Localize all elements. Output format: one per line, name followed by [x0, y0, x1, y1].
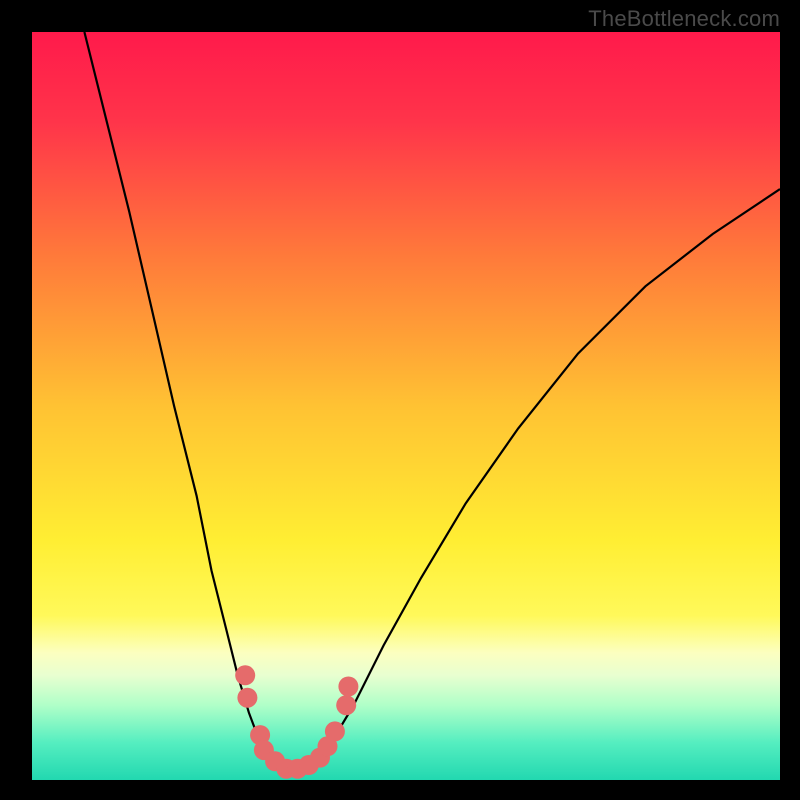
data-marker	[235, 665, 255, 685]
data-marker	[338, 677, 358, 697]
chart-container: TheBottleneck.com	[0, 0, 800, 800]
bottleneck-curve	[84, 32, 780, 773]
data-marker	[336, 695, 356, 715]
data-markers	[235, 665, 358, 779]
data-marker	[237, 688, 257, 708]
watermark-text: TheBottleneck.com	[588, 6, 780, 32]
curve-overlay	[32, 32, 780, 780]
data-marker	[325, 721, 345, 741]
plot-area	[32, 32, 780, 780]
